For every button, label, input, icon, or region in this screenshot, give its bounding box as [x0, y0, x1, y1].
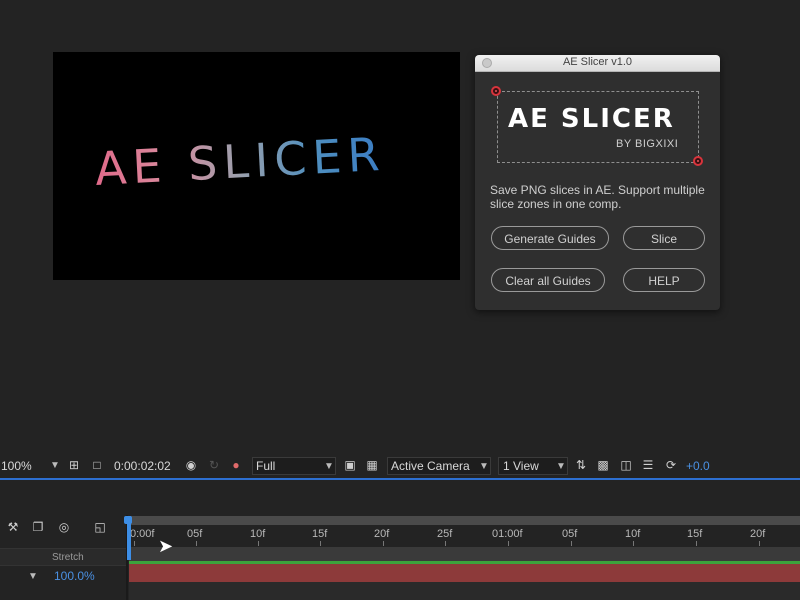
chevron-down-icon: ▼: [556, 461, 566, 472]
ruler-label: 05f: [187, 528, 203, 540]
composition-viewer[interactable]: AE SLICER: [53, 52, 460, 280]
composition-track[interactable]: [129, 547, 800, 561]
region-of-interest-icon[interactable]: ▣: [343, 458, 357, 472]
work-area-bar[interactable]: [129, 516, 800, 525]
show-snapshot-icon[interactable]: ↻: [207, 458, 221, 472]
logo-subtitle: BY BIGXIXI: [616, 138, 679, 150]
layer-expand-chevron-down-icon[interactable]: ▼: [28, 571, 38, 582]
draft-3d-icon[interactable]: ⚒: [6, 520, 20, 534]
composition-text-layer: AE SLICER: [93, 126, 387, 196]
ruler-label: 25f: [437, 528, 453, 540]
ruler-tick: [320, 541, 321, 546]
ruler-label: 05f: [562, 528, 578, 540]
ruler-tick: [633, 541, 634, 546]
camera-select[interactable]: Active Camera ▼: [387, 457, 491, 475]
ruler-label: 0:00f: [130, 528, 155, 540]
stretch-column-label: Stretch: [52, 552, 84, 563]
timeline-icon[interactable]: ◫: [619, 458, 633, 472]
snapshot-camera-icon[interactable]: ◉: [184, 458, 198, 472]
ruler-tick: [134, 541, 135, 546]
ruler-tick: [508, 541, 509, 546]
ruler-label: 10f: [625, 528, 641, 540]
color-channels-icon[interactable]: ●: [229, 458, 243, 472]
panel-focus-line: [0, 478, 800, 480]
stretch-value[interactable]: 100.0%: [54, 569, 95, 583]
slice-button[interactable]: Slice: [623, 226, 705, 250]
ruler-tick: [759, 541, 760, 546]
ae-slicer-panel: AE Slicer v1.0 AE SLICER BY BIGXIXI Save…: [475, 55, 720, 310]
ruler-label: 20f: [374, 528, 390, 540]
view-layout-value: 1 View: [503, 459, 539, 473]
camera-value: Active Camera: [391, 459, 470, 473]
transparency-grid-icon[interactable]: ▦: [365, 458, 379, 472]
ruler-tick: [383, 541, 384, 546]
layer-duration-bar[interactable]: [129, 564, 800, 582]
exposure-value[interactable]: +0.0: [686, 459, 710, 473]
viewer-toolbar: 100% ▼ ⊞ □ 0:00:02:02 ◉ ↻ ● Full ▼ ▣ ▦ A…: [0, 455, 800, 477]
motion-blur-icon[interactable]: ◎: [57, 520, 71, 534]
panel-description: Save PNG slices in AE. Support multiple …: [490, 183, 705, 211]
resolution-value: Full: [256, 459, 276, 473]
graph-editor-icon[interactable]: ◱: [93, 520, 107, 534]
ruler-label: 15f: [687, 528, 703, 540]
panel-title: AE Slicer v1.0: [562, 56, 633, 68]
fast-previews-icon[interactable]: ▩: [596, 458, 610, 472]
zoom-value[interactable]: 100%: [1, 459, 32, 473]
resolution-select[interactable]: Full ▼: [252, 457, 336, 475]
reset-exposure-icon[interactable]: ⟳: [664, 458, 678, 472]
ruler-tick: [258, 541, 259, 546]
ruler-label: 20f: [750, 528, 766, 540]
zoom-chevron-down-icon[interactable]: ▼: [50, 460, 60, 471]
ruler-tick: [696, 541, 697, 546]
layer-column-header: Stretch: [0, 548, 126, 566]
chevron-down-icon: ▼: [479, 461, 489, 472]
empty-track: [129, 582, 800, 600]
generate-guides-button[interactable]: Generate Guides: [491, 226, 609, 250]
chevron-down-icon: ▼: [324, 461, 334, 472]
mouse-cursor-icon: ➤: [158, 536, 174, 556]
ruler-label: 10f: [250, 528, 266, 540]
mask-visibility-icon[interactable]: □: [90, 458, 104, 472]
toggle-pixel-aspect-icon[interactable]: ⇅: [574, 458, 588, 472]
ruler-tick: [571, 541, 572, 546]
view-layout-select[interactable]: 1 View ▼: [498, 457, 568, 475]
ruler-tick: [445, 541, 446, 546]
logo-title: AE SLICER: [508, 104, 675, 134]
ruler-label: 01:00f: [492, 528, 523, 540]
ruler-label: 15f: [312, 528, 328, 540]
current-time[interactable]: 0:00:02:02: [114, 459, 171, 473]
flowchart-icon[interactable]: ☰: [641, 458, 655, 472]
help-button[interactable]: HELP: [623, 268, 705, 292]
logo-guide-zone: AE SLICER BY BIGXIXI: [497, 91, 699, 163]
guide-handle-bottom-right-icon[interactable]: [693, 156, 703, 166]
guide-handle-top-left-icon[interactable]: [491, 86, 501, 96]
clear-all-guides-button[interactable]: Clear all Guides: [491, 268, 605, 292]
ruler-tick: [196, 541, 197, 546]
grid-guides-icon[interactable]: ⊞: [67, 458, 81, 472]
panel-titlebar[interactable]: AE Slicer v1.0: [475, 55, 720, 72]
playhead[interactable]: [127, 516, 131, 560]
shy-layers-icon[interactable]: ❐: [31, 520, 45, 534]
